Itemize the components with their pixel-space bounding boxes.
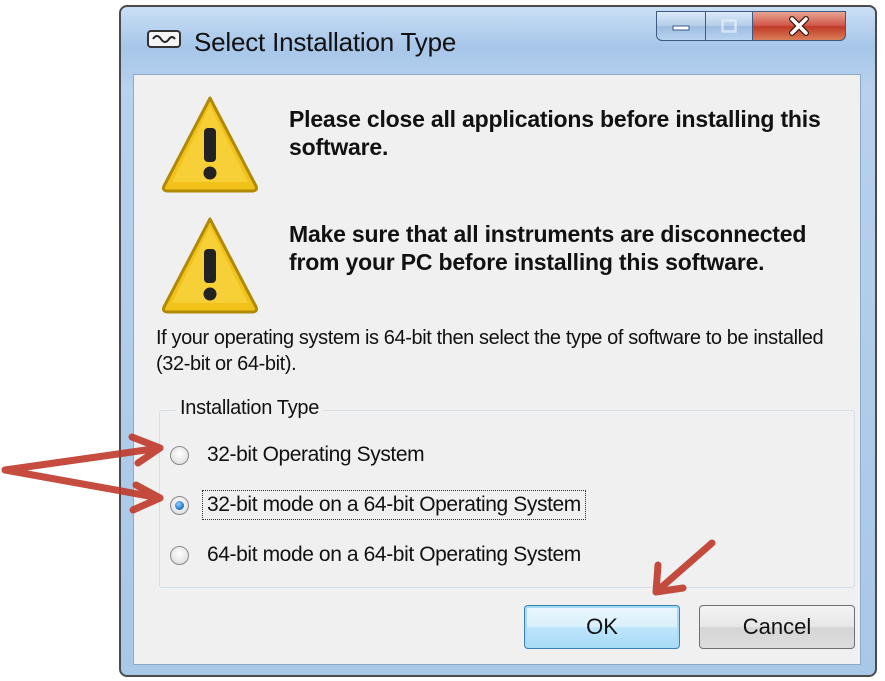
- installation-type-label: Installation Type: [176, 397, 324, 420]
- radio-dot: [175, 500, 184, 510]
- radio-button[interactable]: [170, 545, 189, 565]
- os-info-text: If your operating system is 64-bit then …: [156, 327, 824, 375]
- close-apps-message: Please close all applications before ins…: [289, 106, 821, 160]
- radio-label: 64-bit mode on a 64-bit Operating System: [207, 543, 581, 566]
- radio-32bit-on-64bit-os[interactable]: 32-bit mode on a 64-bit Operating System: [170, 487, 586, 523]
- minimize-button[interactable]: [656, 11, 706, 41]
- disconnect-instruments-message: Make sure that all instruments are disco…: [289, 221, 807, 275]
- warning-icon: [162, 96, 258, 193]
- radio-button-selected[interactable]: [170, 495, 189, 515]
- minimize-icon: [672, 25, 690, 31]
- warning-icon: [162, 217, 258, 314]
- close-icon: [789, 16, 809, 36]
- window-title: Select Installation Type: [194, 27, 457, 57]
- ok-button[interactable]: OK: [524, 605, 680, 649]
- title-bar[interactable]: Select Installation Type: [121, 7, 875, 73]
- cancel-button[interactable]: Cancel: [699, 605, 855, 649]
- radio-label: 32-bit mode on a 64-bit Operating System: [202, 490, 586, 520]
- maximize-icon: [721, 19, 737, 33]
- radio-64bit-on-64bit-os[interactable]: 64-bit mode on a 64-bit Operating System: [170, 537, 585, 573]
- dialog-content: Please close all applications before ins…: [133, 74, 861, 665]
- radio-label: 32-bit Operating System: [207, 443, 425, 466]
- radio-button[interactable]: [170, 445, 189, 465]
- dialog-window: Select Installation Type Please close al…: [119, 5, 877, 677]
- radio-32bit-os[interactable]: 32-bit Operating System: [170, 437, 428, 473]
- close-button[interactable]: [752, 11, 846, 41]
- maximize-button[interactable]: [705, 11, 753, 41]
- setup-icon: [147, 30, 181, 48]
